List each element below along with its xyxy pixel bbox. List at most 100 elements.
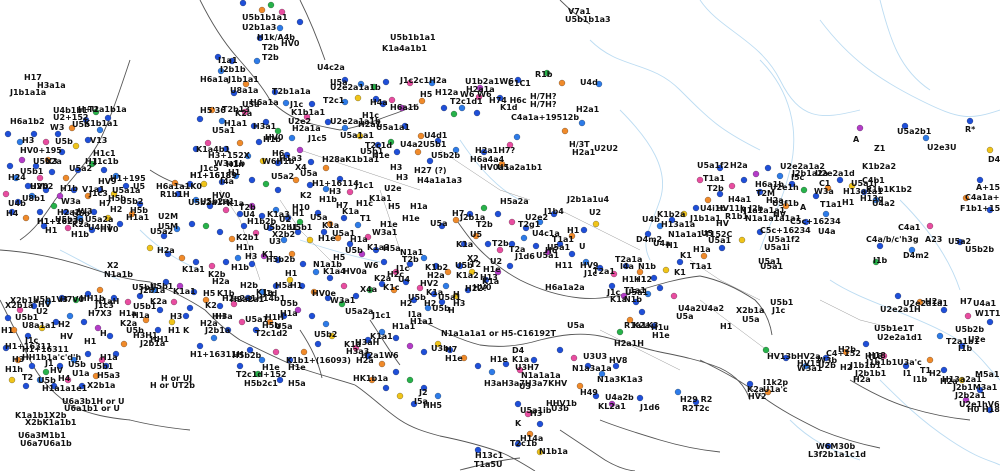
haplogroup-label: J1c5 bbox=[308, 134, 327, 143]
sample-dot bbox=[216, 302, 224, 310]
haplogroup-label: J1c2c1H2a bbox=[400, 76, 447, 85]
sample-dot bbox=[62, 174, 70, 182]
haplogroup-label: U5a bbox=[742, 315, 760, 324]
haplogroup-label: H1aH bbox=[95, 297, 120, 306]
haplogroup-label: H1a bbox=[410, 202, 428, 211]
haplogroup-label: H1h bbox=[5, 365, 23, 374]
haplogroup-label: H6a1b bbox=[390, 103, 419, 112]
haplogroup-label: R1a1K3 bbox=[624, 321, 659, 330]
haplogroup-label: T1a1 bbox=[690, 262, 712, 271]
sample-dot bbox=[862, 340, 870, 348]
haplogroup-label: H1 bbox=[666, 241, 679, 250]
haplogroup-label: U5a bbox=[430, 219, 448, 228]
haplogroup-label: L3f2b1a1c1d bbox=[808, 450, 867, 459]
haplogroup-label: U5a1f2 bbox=[697, 161, 730, 170]
haplogroup-label: J1d6 bbox=[640, 403, 660, 412]
sample-dot bbox=[986, 146, 994, 154]
haplogroup-label: U4d bbox=[580, 78, 598, 87]
haplogroup-label: K1a1 bbox=[173, 287, 196, 296]
sample-dot bbox=[2, 190, 10, 198]
haplogroup-label: H1a1 bbox=[126, 213, 150, 222]
haplogroup-label: N1a1a1a1 or H5-C16192T bbox=[441, 329, 556, 338]
haplogroup-label: U5b1 bbox=[133, 302, 157, 311]
haplogroup-label: U2b1a3 bbox=[242, 23, 277, 32]
haplogroup-label: H1 bbox=[842, 198, 855, 207]
haplogroup-label: H5b2c1 bbox=[244, 379, 278, 388]
haplogroup-label: C4a1a+ bbox=[965, 193, 1000, 202]
haplogroup-label: H2a bbox=[427, 271, 445, 280]
haplogroup-label: I1a1 bbox=[218, 56, 238, 65]
haplogroup-label: H2a1 bbox=[572, 148, 596, 157]
haplogroup-label: K1b2 bbox=[425, 263, 449, 272]
haplogroup-label: T1a1 bbox=[624, 286, 646, 295]
rivers bbox=[59, 0, 1000, 466]
haplogroup-label: H3 bbox=[22, 136, 35, 145]
sample-dot bbox=[638, 308, 646, 316]
haplogroup-label: K1b1+(16093) bbox=[286, 356, 351, 365]
haplogroup-label: K1a1 bbox=[182, 265, 205, 274]
haplogroup-label: H1 bbox=[168, 326, 181, 335]
haplogroup-label: HV0 bbox=[30, 182, 49, 191]
sample-dot bbox=[494, 210, 502, 218]
sample-dot bbox=[308, 312, 316, 320]
haplogroup-label: U2e1h bbox=[770, 183, 799, 192]
haplogroup-label: N1a1b bbox=[104, 270, 133, 279]
haplogroup-label: U4a2b bbox=[605, 393, 634, 402]
sample-dot bbox=[440, 104, 448, 112]
haplogroup-label: H2a bbox=[200, 319, 218, 328]
sample-dot bbox=[296, 146, 304, 154]
haplogroup-label: U8a1a bbox=[230, 86, 259, 95]
haplogroup-label: U4c2a bbox=[317, 63, 345, 72]
sample-dot bbox=[520, 234, 528, 242]
sample-dot bbox=[986, 318, 994, 326]
haplogroup-label: T2b bbox=[492, 239, 509, 248]
haplogroup-label: X2b1a bbox=[87, 381, 116, 390]
sample-dot bbox=[474, 362, 482, 370]
haplogroup-label: H12a bbox=[435, 88, 459, 97]
haplogroup-label: N1a1 bbox=[400, 248, 424, 257]
sample-dot bbox=[124, 298, 132, 306]
haplogroup-label: H1e bbox=[490, 355, 508, 364]
haplogroup-label: X2 bbox=[107, 261, 119, 270]
haplogroup-label: K1a4 bbox=[323, 267, 346, 276]
haplogroup-label: A bbox=[800, 203, 807, 212]
haplogroup-label: J1c3 bbox=[89, 189, 108, 198]
haplogroup-label: X2b1a bbox=[736, 306, 765, 315]
haplogroup-label: H1e bbox=[445, 354, 463, 363]
haplogroup-label: U2 bbox=[490, 257, 503, 266]
haplogroup-label: U5a1 bbox=[212, 126, 236, 135]
haplogroup-label: H4a1 bbox=[728, 195, 752, 204]
sample-dot bbox=[288, 134, 296, 142]
haplogroup-label: C1C1 bbox=[508, 79, 531, 88]
haplogroup-label: I1 bbox=[903, 369, 912, 378]
sample-dot bbox=[926, 356, 934, 364]
haplogroup-label: U2e2a1a1b bbox=[330, 83, 381, 92]
sample-dot bbox=[420, 348, 428, 356]
haplogroup-label: I1b bbox=[913, 375, 928, 384]
haplogroup-label: X2bK1a1b1 bbox=[25, 418, 77, 427]
haplogroup-label: H1n bbox=[236, 243, 254, 252]
sample-dot bbox=[718, 244, 726, 252]
haplogroup-label: U5b2b bbox=[431, 151, 461, 160]
sample-dot bbox=[378, 360, 386, 368]
haplogroup-label: K2b1 bbox=[236, 233, 260, 242]
haplogroup-label: HV2 bbox=[420, 279, 439, 288]
haplogroup-label: H2 bbox=[929, 369, 942, 378]
haplogroup-label: T2b bbox=[476, 220, 493, 229]
haplogroup-label: H7 bbox=[336, 201, 349, 210]
haplogroup-label: J1b1a1a bbox=[10, 88, 47, 97]
haplogroup-label: H1b bbox=[319, 195, 337, 204]
haplogroup-label: HV0 bbox=[281, 39, 300, 48]
haplogroup-label: K1b2a bbox=[657, 210, 686, 219]
haplogroup-label: K1b2a2 bbox=[862, 162, 897, 171]
haplogroup-label: N1a1b bbox=[313, 260, 342, 269]
sample-dot bbox=[312, 268, 320, 276]
sample-dot bbox=[208, 262, 216, 270]
haplogroup-label: J1c bbox=[25, 336, 39, 345]
haplogroup-label: U2e2a1d1 bbox=[877, 333, 923, 342]
haplogroup-label: C5c+16234 bbox=[760, 226, 811, 235]
sample-dot bbox=[306, 236, 314, 244]
haplogroup-label: K1a2 bbox=[456, 271, 479, 280]
haplogroup-label: H2a1 bbox=[576, 105, 600, 114]
haplogroup-label: U5a2 bbox=[271, 172, 295, 181]
